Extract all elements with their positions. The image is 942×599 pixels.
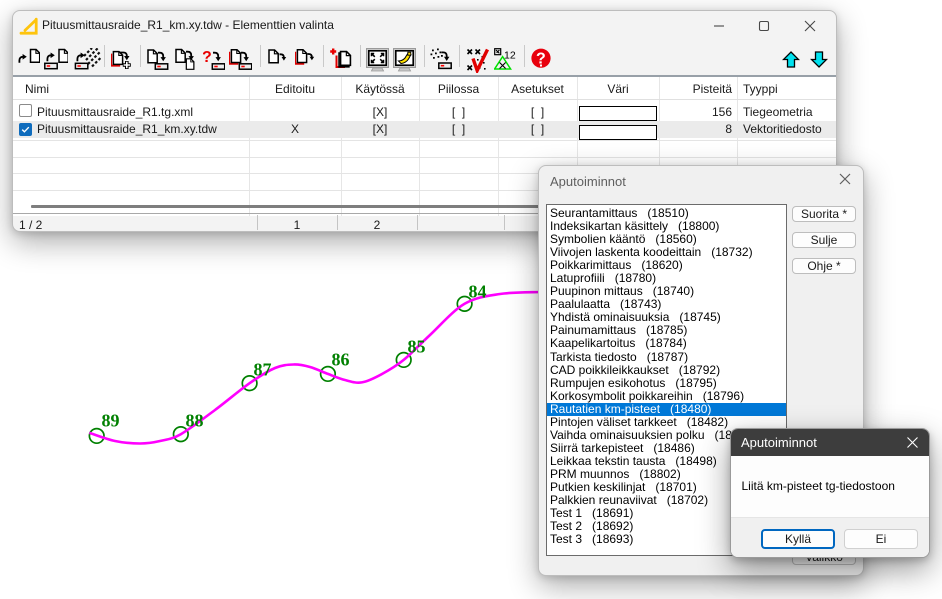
svg-text:84: 84 — [469, 282, 487, 302]
svg-text:88: 88 — [186, 411, 204, 431]
svg-text:89: 89 — [102, 411, 120, 431]
svg-text:12: 12 — [504, 50, 516, 62]
svg-text:86: 86 — [332, 350, 350, 370]
svg-text:?: ? — [203, 49, 212, 66]
svg-text:85: 85 — [408, 337, 426, 357]
svg-text:87: 87 — [254, 360, 272, 380]
